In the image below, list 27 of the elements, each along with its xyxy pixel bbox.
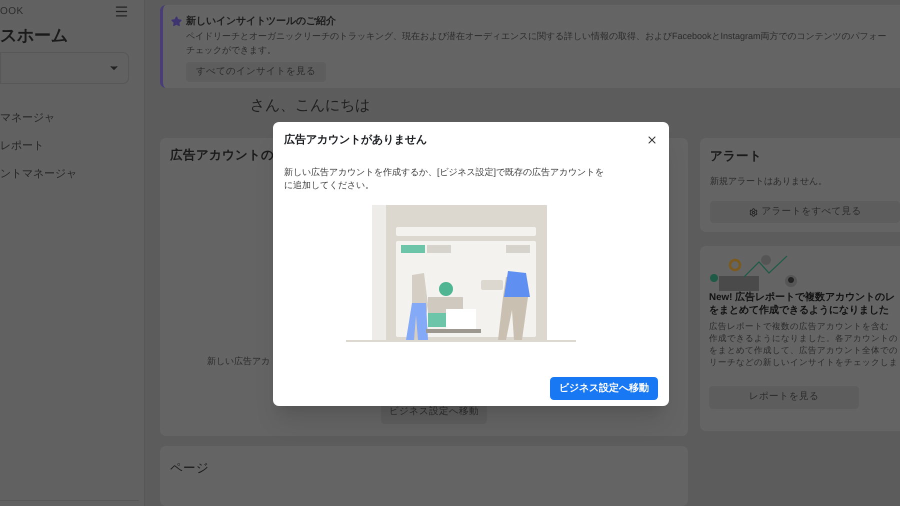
dialog-title: 広告アカウントがありません [284,132,427,148]
page-title: スホーム [0,25,69,46]
news-text: 作成できるようになりました。各アカウントの [709,332,899,344]
card-title: ページ [170,461,209,475]
brand-logo: OOK [0,5,24,19]
news-text: リーチなどの新しいインサイトをチェックしま [709,356,899,368]
close-icon[interactable] [646,134,658,146]
greeting-text: さん、こんにちは [250,97,371,115]
business-settings-button[interactable]: ビジネス設定へ移動 [550,377,658,400]
card-text: 新規アラートはありません。 [710,174,828,188]
news-text: 広告レポートで複数の広告アカウントを含む [709,320,890,332]
dialog-text: 新しい広告アカウントを作成するか、[ビジネス設定]で既存の広告アカウントを [284,166,606,178]
sidebar-item[interactable]: マネージャ [0,110,144,128]
card-title: アラート [710,148,763,165]
news-title: をまとめて作成できるようになりました [709,304,890,317]
banner-text: チェックができます。 [185,44,277,57]
news-title: New! 広告レポートで複数アカウントのレ [709,291,896,304]
sidebar-item[interactable]: レポート [0,138,144,156]
news-text: をまとめて作成して、広告アカウント全体での [709,344,899,356]
card-text: 新しい広告アカ [207,355,271,368]
sidebar-item[interactable]: ントマネージャ [0,166,144,184]
dialog-text: に追加してください。 [284,178,375,192]
banner-title: 新しいインサイトツールのご紹介 [186,14,336,29]
card-title: 広告アカウントの [170,147,275,163]
menu-icon[interactable] [114,4,129,19]
settings-icon [748,208,758,217]
star-icon [171,16,182,27]
